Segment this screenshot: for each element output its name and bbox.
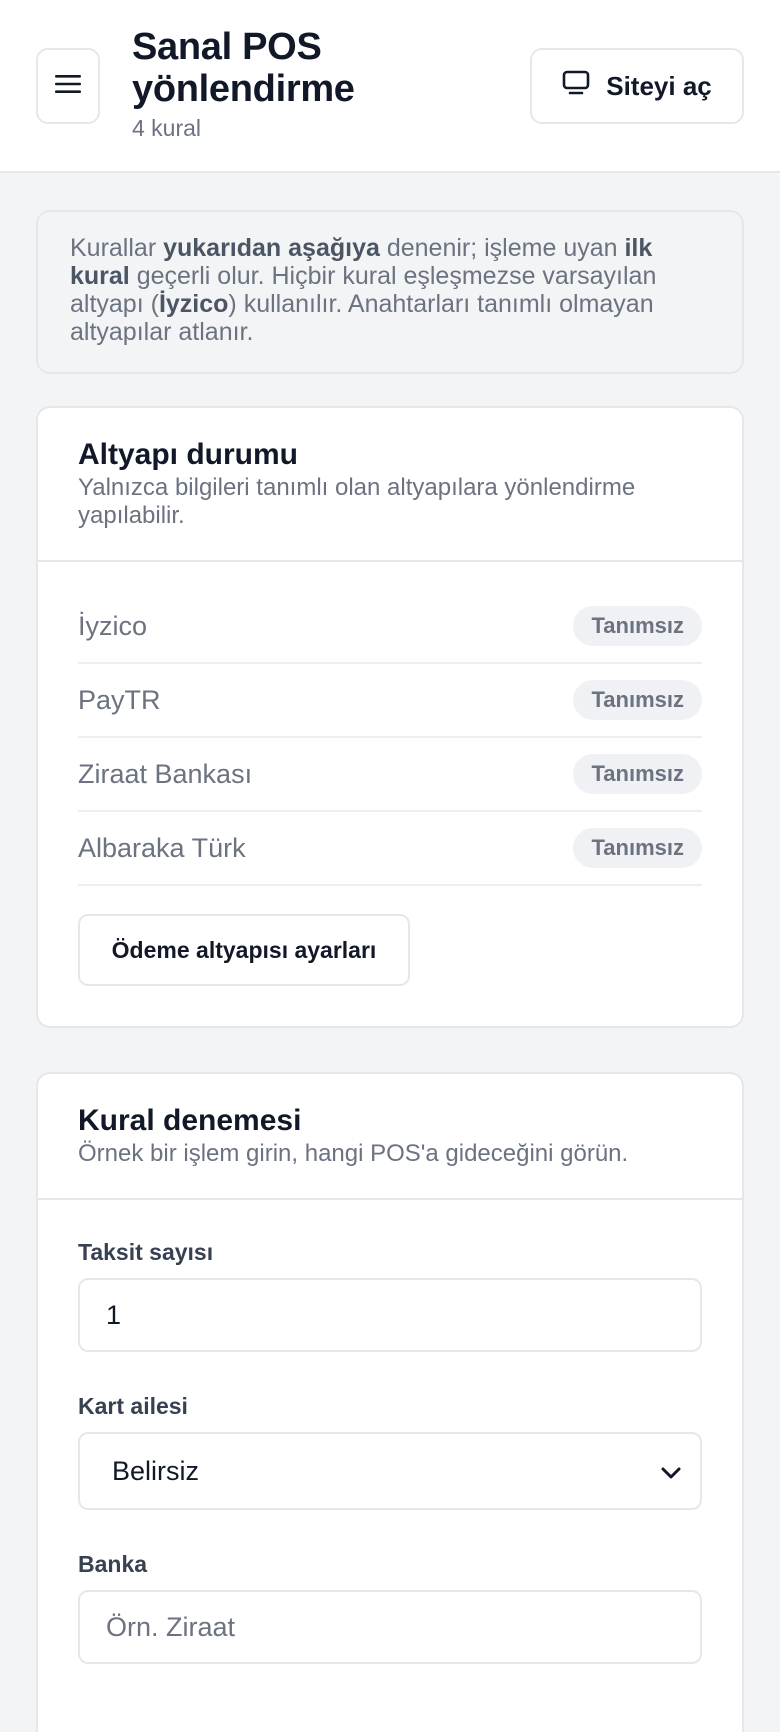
title-block: Sanal POS yönlendirme 4 kural bbox=[132, 26, 432, 142]
chevron-down-icon bbox=[660, 1456, 682, 1487]
card-header: Altyapı durumu Yalnızca bilgileri tanıml… bbox=[38, 408, 742, 562]
status-badge: Tanımsız bbox=[573, 680, 702, 720]
top-bar: Sanal POS yönlendirme 4 kural Siteyi aç bbox=[0, 0, 780, 173]
card-header: Kural denemesi Örnek bir işlem girin, ha… bbox=[38, 1074, 742, 1200]
card-family-label: Kart ailesi bbox=[78, 1393, 188, 1419]
info-text: Kurallar bbox=[70, 234, 164, 262]
provider-name: PayTR bbox=[78, 684, 161, 715]
provider-list: İyzico Tanımsız PayTR Tanımsız Ziraat Ba… bbox=[38, 562, 742, 886]
card-title: Kural denemesi bbox=[78, 1104, 302, 1137]
monitor-icon bbox=[562, 70, 590, 103]
test-form: Taksit sayısı 1 Kart ailesi Belirsiz Ban… bbox=[38, 1200, 742, 1732]
payment-settings-button[interactable]: Ödeme altyapısı ayarları bbox=[78, 914, 410, 986]
bank-label: Banka bbox=[78, 1551, 148, 1577]
status-badge: Tanımsız bbox=[573, 606, 702, 646]
card-family-select[interactable]: Belirsiz bbox=[78, 1432, 702, 1510]
provider-name: İyzico bbox=[78, 610, 148, 641]
status-badge: Tanımsız bbox=[573, 754, 702, 794]
hamburger-menu-icon bbox=[53, 72, 83, 101]
bank-placeholder: Örn. Ziraat bbox=[106, 1611, 236, 1642]
provider-name: Ziraat Bankası bbox=[78, 758, 253, 789]
rule-test-card: Kural denemesi Örnek bir işlem girin, ha… bbox=[36, 1072, 744, 1732]
installments-value: 1 bbox=[106, 1299, 122, 1330]
routing-info-notice: Kurallar yukarıdan aşağıya denenir; işle… bbox=[36, 210, 744, 374]
provider-row: İyzico Tanımsız bbox=[78, 590, 702, 664]
provider-name: Albaraka Türk bbox=[78, 832, 246, 863]
installments-label: Taksit sayısı bbox=[78, 1239, 214, 1265]
installments-input[interactable]: 1 bbox=[78, 1278, 702, 1352]
open-site-label: Siteyi aç bbox=[606, 70, 712, 101]
page-title: Sanal POS yönlendirme bbox=[132, 26, 355, 110]
bank-input[interactable]: Örn. Ziraat bbox=[78, 1590, 702, 1664]
rule-count: 4 kural bbox=[132, 115, 202, 141]
info-emphasis: İyzico bbox=[158, 290, 229, 318]
provider-row: Ziraat Bankası Tanımsız bbox=[78, 738, 702, 812]
card-description: Örnek bir işlem girin, hangi POS'a gidec… bbox=[78, 1140, 629, 1167]
card-description: Yalnızca bilgileri tanımlı olan altyapıl… bbox=[78, 474, 636, 529]
open-site-button[interactable]: Siteyi aç bbox=[530, 48, 744, 124]
status-badge: Tanımsız bbox=[573, 828, 702, 868]
provider-row: Albaraka Türk Tanımsız bbox=[78, 812, 702, 886]
infrastructure-status-card: Altyapı durumu Yalnızca bilgileri tanıml… bbox=[36, 406, 744, 1028]
menu-button[interactable] bbox=[36, 48, 100, 124]
info-emphasis: yukarıdan aşağıya bbox=[163, 234, 380, 262]
card-title: Altyapı durumu bbox=[78, 438, 299, 471]
info-text: denenir; işleme uyan bbox=[379, 234, 625, 262]
provider-row: PayTR Tanımsız bbox=[78, 664, 702, 738]
card-family-value: Belirsiz bbox=[112, 1455, 200, 1486]
